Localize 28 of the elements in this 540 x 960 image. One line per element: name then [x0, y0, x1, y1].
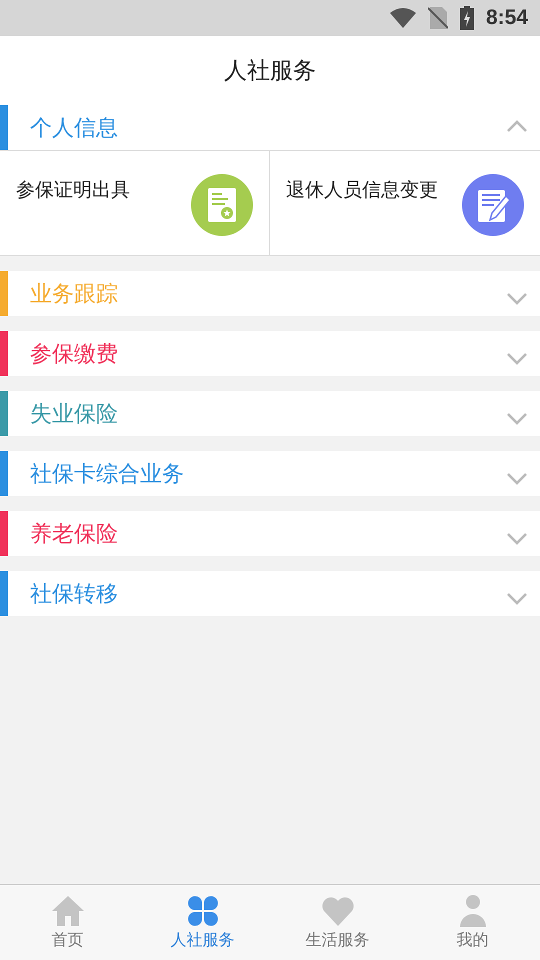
chevron-down-icon: [506, 532, 528, 546]
chevron-down-icon: [506, 292, 528, 306]
nav-tab[interactable]: 首页: [0, 885, 135, 960]
section-header[interactable]: 参保缴费: [0, 331, 540, 376]
home-icon: [50, 894, 84, 928]
section-header[interactable]: 社保卡综合业务: [0, 451, 540, 496]
service-tile[interactable]: 退休人员信息变更: [270, 151, 540, 255]
service-label: 参保证明出具: [16, 178, 130, 203]
status-time: 8:54: [486, 6, 528, 30]
chevron-down-icon: [506, 412, 528, 426]
battery-icon: [460, 6, 474, 30]
chevron-down-icon: [506, 472, 528, 486]
nav-tab[interactable]: 我的: [405, 885, 540, 960]
clover-icon: [186, 894, 220, 928]
service-label: 退休人员信息变更: [286, 178, 438, 203]
no-sim-icon: [428, 7, 448, 29]
nav-tab[interactable]: 生活服务: [270, 885, 405, 960]
chevron-down-icon: [506, 352, 528, 366]
section-header[interactable]: 个人信息: [0, 105, 540, 150]
chevron-down-icon: [506, 592, 528, 606]
nav-tab[interactable]: 人社服务: [135, 885, 270, 960]
page-title: 人社服务: [224, 57, 316, 86]
service-tile[interactable]: 参保证明出具: [0, 151, 270, 255]
section-header[interactable]: 社保转移: [0, 571, 540, 616]
chevron-up-icon: [506, 118, 528, 132]
section-header[interactable]: 养老保险: [0, 511, 540, 556]
section-header[interactable]: 失业保险: [0, 391, 540, 436]
wifi-icon: [390, 8, 416, 28]
